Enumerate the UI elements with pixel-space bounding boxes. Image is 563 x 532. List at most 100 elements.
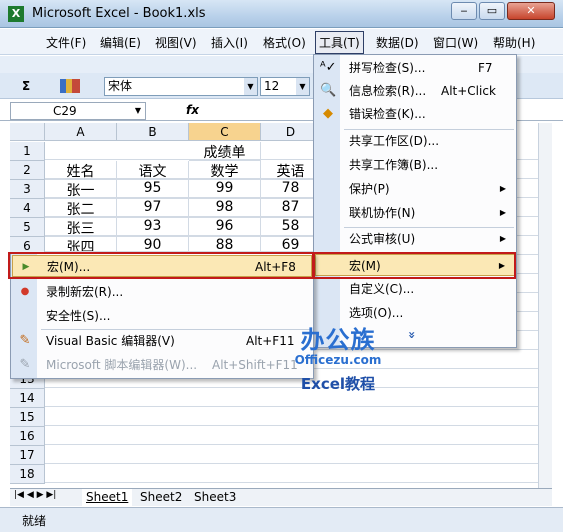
cell-b2[interactable]: 语文: [117, 161, 189, 180]
close-button[interactable]: ✕: [507, 2, 555, 20]
name-box-value: C29: [53, 104, 77, 118]
highlight-box-macro-submenu: [8, 252, 314, 279]
cell-c6[interactable]: 88: [189, 237, 261, 252]
menu-item-record-macro[interactable]: ● 录制新宏(R)...: [12, 281, 312, 303]
watermark: 办公族 Officezu.com Excel教程: [278, 320, 398, 394]
cell-d4[interactable]: 87: [261, 199, 321, 218]
record-icon: ●: [20, 286, 30, 297]
script-editor-icon: ✎: [19, 357, 31, 372]
menu-item-error-check[interactable]: ◆ 错误检查(K)...: [315, 103, 515, 125]
name-box[interactable]: C29 ▼: [10, 102, 146, 120]
chevron-down-icon[interactable]: ▼: [296, 78, 309, 95]
menu-help[interactable]: 帮助(H): [493, 34, 535, 51]
sheet-tab-3[interactable]: Sheet3: [190, 489, 240, 506]
row-header[interactable]: 17: [10, 446, 45, 465]
research-icon: 🔍: [320, 83, 337, 98]
chart-wizard-icon[interactable]: [60, 79, 80, 93]
sheet-tab-2[interactable]: Sheet2: [136, 489, 186, 506]
cell-b3[interactable]: 95: [117, 180, 189, 199]
cell-d3[interactable]: 78: [261, 180, 321, 199]
font-size-value: 12: [264, 79, 280, 93]
column-header-b[interactable]: B: [117, 123, 189, 141]
row-header[interactable]: 2: [10, 161, 45, 180]
menu-insert[interactable]: 插入(I): [211, 34, 248, 51]
menu-tools[interactable]: 工具(T): [315, 31, 364, 54]
window-title: Microsoft Excel - Book1.xls: [32, 6, 206, 21]
row-header[interactable]: 3: [10, 180, 45, 199]
cell-c5[interactable]: 96: [189, 218, 261, 237]
submenu-arrow-icon: ▶: [499, 208, 506, 217]
highlight-box-macro-menu: [313, 252, 516, 279]
cell-d2[interactable]: 英语: [261, 161, 321, 180]
menu-item-online-collaboration[interactable]: 联机协作(N) ▶: [315, 202, 515, 224]
error-check-icon: ◆: [323, 106, 333, 121]
menu-item-formula-auditing[interactable]: 公式审核(U) ▶: [315, 228, 515, 250]
autosum-button[interactable]: Σ: [22, 77, 30, 95]
minimize-button[interactable]: ‒: [451, 2, 477, 20]
sheet-nav-arrows[interactable]: |◀ ◀ ▶ ▶|: [14, 490, 56, 500]
chevron-double-down-icon: »: [404, 331, 419, 339]
font-name-value: 宋体: [108, 79, 133, 93]
menu-item-security[interactable]: 安全性(S)...: [12, 305, 312, 327]
watermark-tagline: Excel教程: [300, 375, 376, 393]
row-header[interactable]: 1: [10, 142, 45, 161]
menu-format[interactable]: 格式(O): [263, 34, 306, 51]
menu-bar: 文件(F) 编辑(E) 视图(V) 插入(I) 格式(O) 工具(T) 数据(D…: [0, 29, 563, 55]
row-header[interactable]: 5: [10, 218, 45, 237]
column-header-a[interactable]: A: [45, 123, 117, 141]
excel-icon: X: [8, 6, 24, 22]
row-header[interactable]: 15: [10, 408, 45, 427]
cell-a3[interactable]: 张一: [45, 180, 117, 199]
cell-a6[interactable]: 张四: [45, 237, 117, 252]
menu-item-customize[interactable]: 自定义(C)...: [315, 278, 515, 300]
cell-c1[interactable]: 成绩单: [189, 142, 261, 161]
cell-d5[interactable]: 58: [261, 218, 321, 237]
status-bar: 就绪: [0, 507, 563, 532]
watermark-url: Officezu.com: [294, 353, 382, 367]
chevron-down-icon[interactable]: ▼: [131, 103, 145, 119]
row-header[interactable]: 16: [10, 427, 45, 446]
cell-b5[interactable]: 93: [117, 218, 189, 237]
menu-view[interactable]: 视图(V): [155, 34, 197, 51]
insert-function-icon[interactable]: fx: [186, 103, 199, 117]
menu-item-spelling[interactable]: ᴬ✓ 拼写检查(S)... F7: [315, 57, 515, 79]
font-name-select[interactable]: 宋体 ▼: [104, 77, 258, 96]
submenu-arrow-icon: ▶: [499, 184, 506, 193]
menu-item-protection[interactable]: 保护(P) ▶: [315, 178, 515, 200]
menu-item-shared-workspace[interactable]: 共享工作区(D)...: [315, 130, 515, 152]
cell-a2[interactable]: 姓名: [45, 161, 117, 180]
watermark-logo: 办公族: [300, 326, 376, 354]
cell-d6[interactable]: 69: [261, 237, 321, 252]
menu-window[interactable]: 窗口(W): [433, 34, 478, 51]
cell-a5[interactable]: 张三: [45, 218, 117, 237]
maximize-button[interactable]: ▭: [479, 2, 505, 20]
menu-item-script-editor: ✎ Microsoft 脚本编辑器(W)... Alt+Shift+F11: [12, 354, 312, 376]
row-header[interactable]: 4: [10, 199, 45, 218]
cell-a4[interactable]: 张二: [45, 199, 117, 218]
menu-item-vb-editor[interactable]: ✎ Visual Basic 编辑器(V) Alt+F11: [12, 330, 312, 352]
submenu-arrow-icon: ▶: [499, 234, 506, 243]
menu-item-share-workbook[interactable]: 共享工作簿(B)...: [315, 154, 515, 176]
title-bar: X Microsoft Excel - Book1.xls ‒ ▭ ✕: [0, 0, 563, 28]
menu-data[interactable]: 数据(D): [376, 34, 419, 51]
menu-edit[interactable]: 编辑(E): [100, 34, 141, 51]
cell-b4[interactable]: 97: [117, 199, 189, 218]
select-all-corner[interactable]: [10, 123, 45, 141]
cell-b6[interactable]: 90: [117, 237, 189, 252]
vb-editor-icon: ✎: [19, 333, 31, 348]
row-header[interactable]: 18: [10, 465, 45, 484]
cell-c3[interactable]: 99: [189, 180, 261, 199]
sheet-tab-1[interactable]: Sheet1: [82, 489, 133, 506]
chevron-down-icon[interactable]: ▼: [244, 78, 257, 95]
tools-menu: ᴬ✓ 拼写检查(S)... F7 🔍 信息检索(R)... Alt+Click …: [313, 54, 517, 348]
row-header[interactable]: 14: [10, 389, 45, 408]
cell-c2[interactable]: 数学: [189, 161, 261, 180]
vertical-scrollbar[interactable]: [538, 123, 552, 488]
menu-item-research[interactable]: 🔍 信息检索(R)... Alt+Click: [315, 80, 515, 102]
cell-c4[interactable]: 98: [189, 199, 261, 218]
sheet-tab-bar: |◀ ◀ ▶ ▶| Sheet1 Sheet2 Sheet3: [10, 488, 552, 506]
column-header-c[interactable]: C: [189, 123, 261, 141]
column-header-d[interactable]: D: [261, 123, 321, 141]
menu-file[interactable]: 文件(F): [46, 34, 86, 51]
font-size-select[interactable]: 12 ▼: [260, 77, 310, 96]
